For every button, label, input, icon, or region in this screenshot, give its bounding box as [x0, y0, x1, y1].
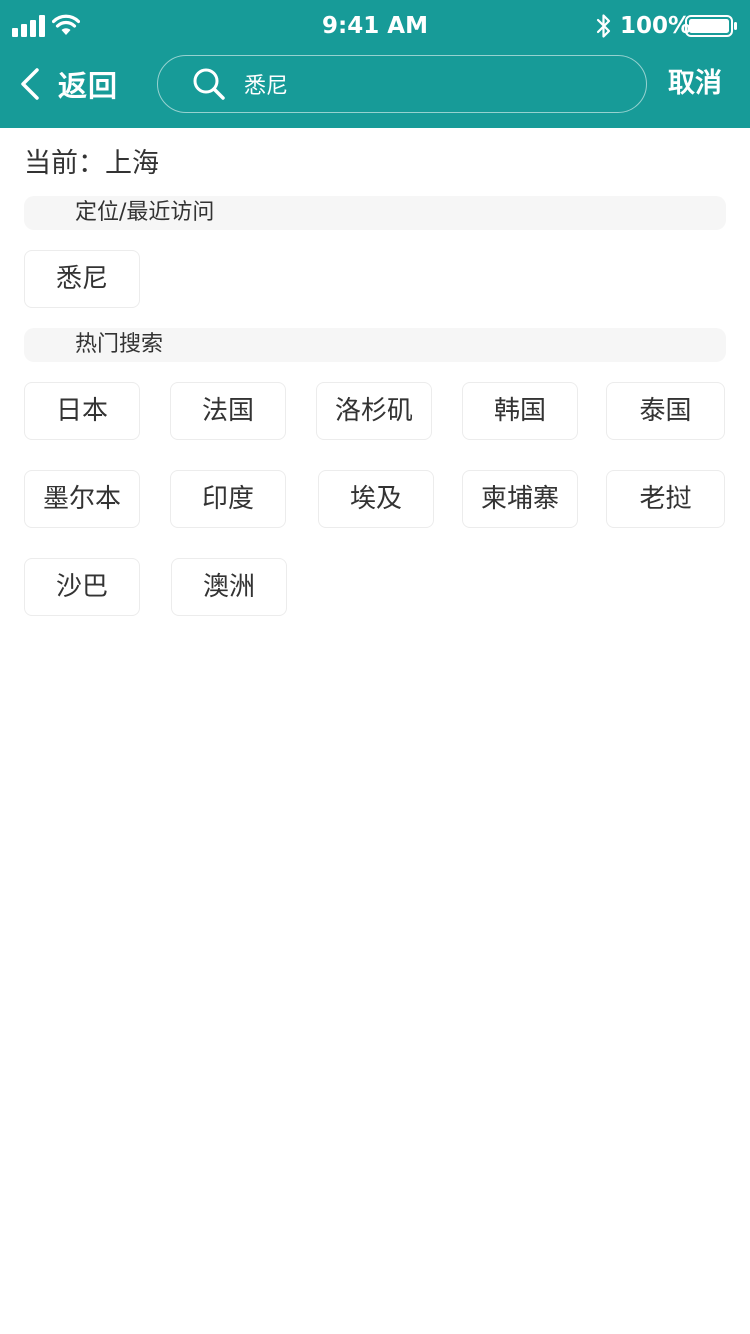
hot-chip[interactable]: 墨尔本: [24, 470, 140, 528]
hot-chip[interactable]: 老挝: [606, 470, 725, 528]
battery-percent: 100%: [620, 13, 692, 39]
back-label: 返回: [58, 69, 119, 103]
hot-chip[interactable]: 韩国: [462, 382, 578, 440]
status-bar: 9:41 AM 100%: [0, 0, 750, 52]
battery-icon: [685, 15, 737, 37]
hot-chip[interactable]: 柬埔寨: [462, 470, 578, 528]
hot-chip[interactable]: 沙巴: [24, 558, 140, 616]
search-input[interactable]: [244, 71, 604, 97]
current-city: 当前：上海: [24, 148, 159, 179]
hot-chip[interactable]: 埃及: [318, 470, 434, 528]
hot-chip[interactable]: 澳洲: [171, 558, 287, 616]
hot-chip[interactable]: 印度: [170, 470, 286, 528]
cancel-button[interactable]: 取消: [668, 64, 722, 104]
recent-chip[interactable]: 悉尼: [24, 250, 140, 308]
hot-chip[interactable]: 洛杉矶: [316, 382, 432, 440]
chevron-left-icon: [21, 68, 39, 100]
search-box[interactable]: [157, 55, 647, 113]
hot-chip[interactable]: 法国: [170, 382, 286, 440]
search-icon: [193, 68, 225, 100]
hot-section-title: 热门搜索: [24, 328, 726, 362]
recent-section-title: 定位/最近访问: [24, 196, 726, 230]
hot-chip[interactable]: 泰国: [606, 382, 725, 440]
bluetooth-icon: [596, 14, 611, 38]
header: 9:41 AM 100% 返回 取消: [0, 0, 750, 128]
hot-chip[interactable]: 日本: [24, 382, 140, 440]
back-button[interactable]: 返回: [18, 60, 118, 108]
